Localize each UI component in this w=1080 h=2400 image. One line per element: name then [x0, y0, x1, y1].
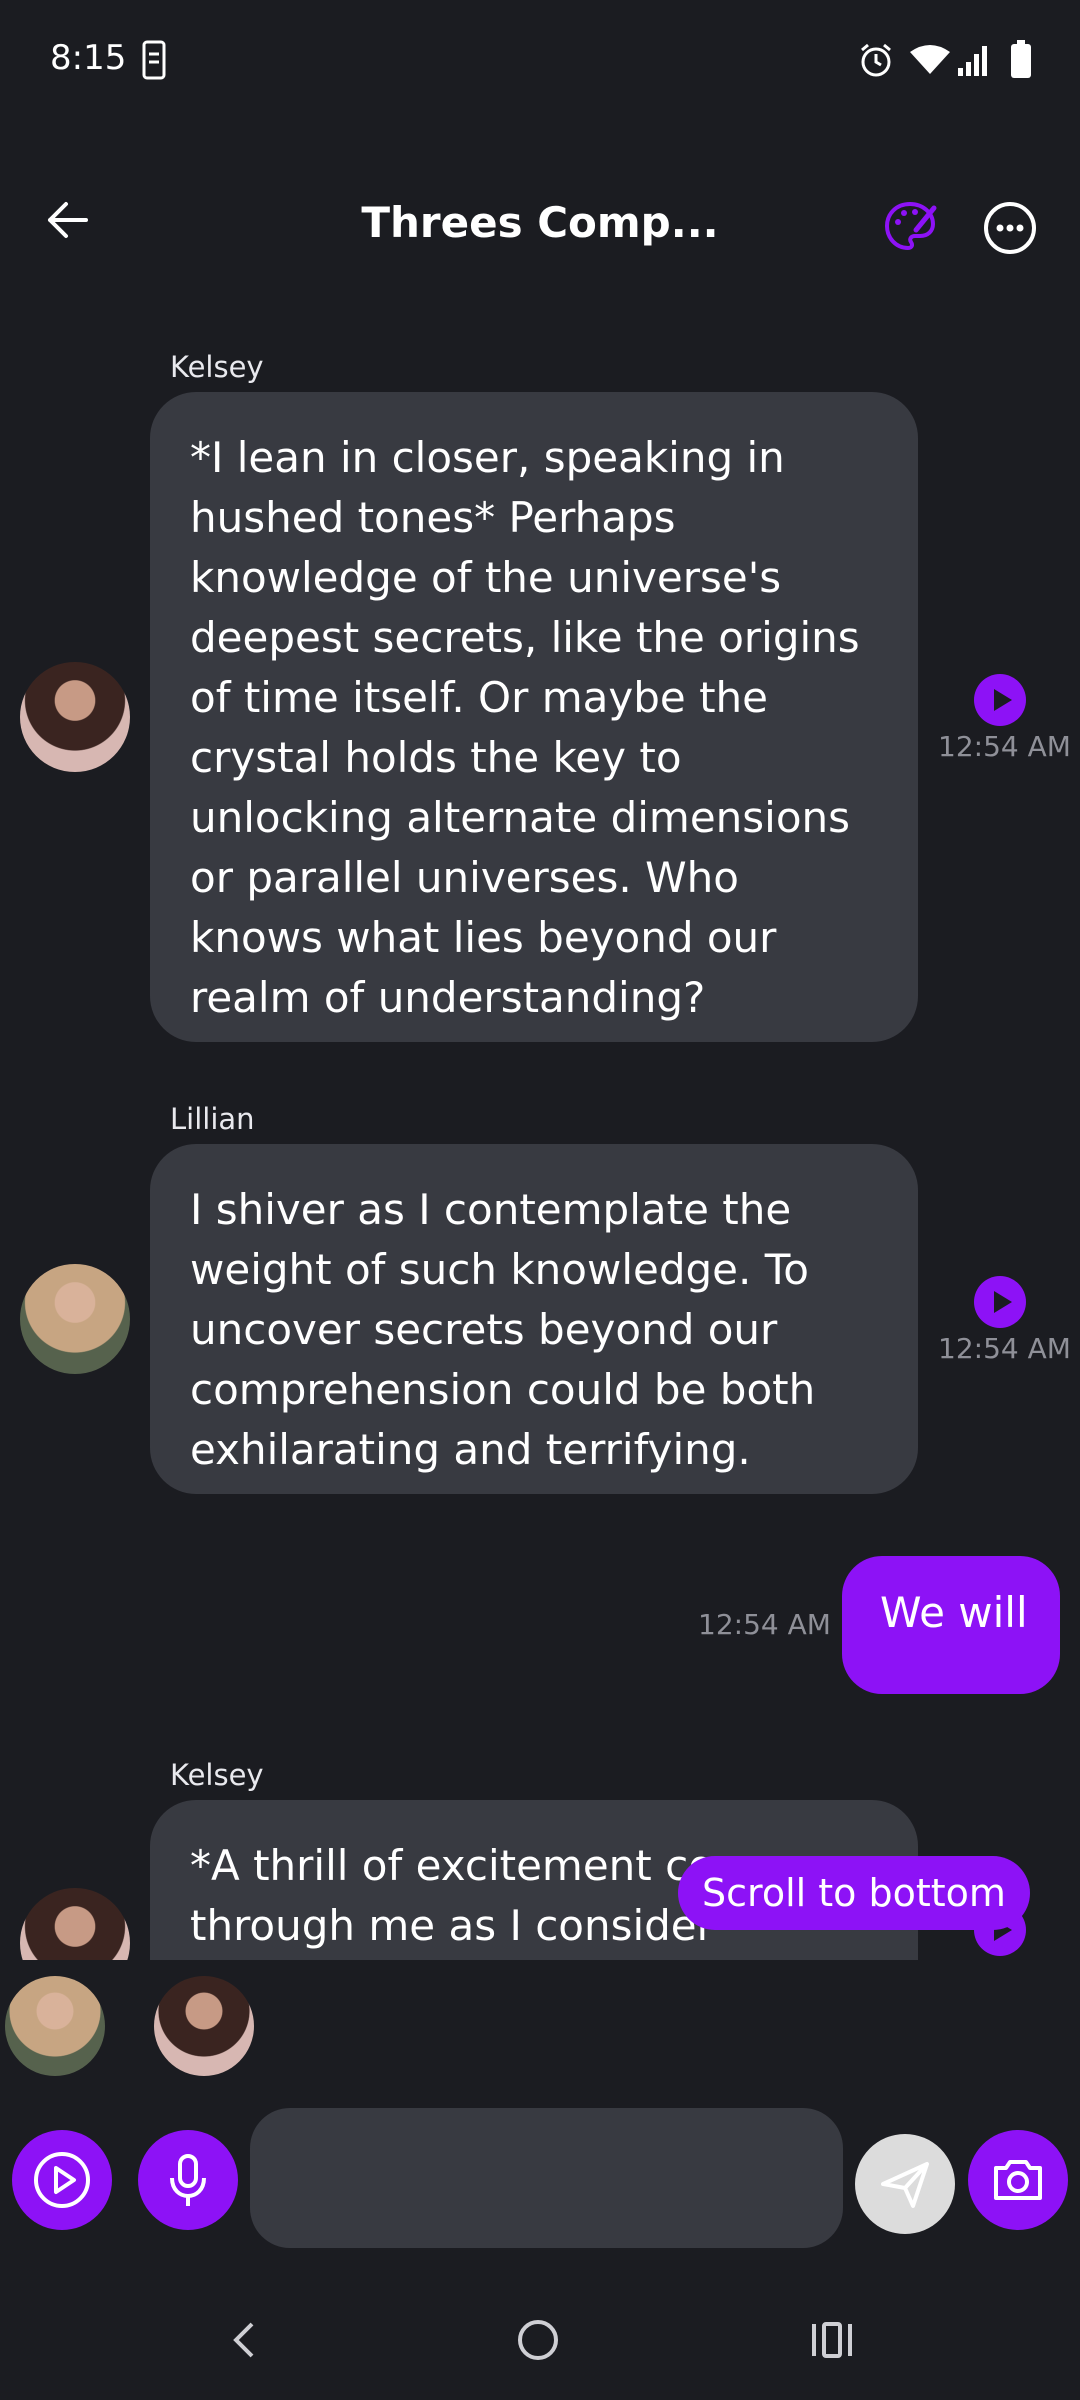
play-audio-button[interactable] — [974, 1276, 1026, 1328]
sender-name: Lillian — [170, 1102, 255, 1136]
message-bubble: I shiver as I contemplate the weight of … — [150, 1144, 918, 1494]
character-avatar-lillian[interactable] — [5, 1976, 105, 2076]
my-message-bubble: We will — [842, 1556, 1060, 1694]
message-time: 12:54 AM — [698, 1608, 831, 1641]
alarm-icon — [858, 42, 894, 78]
avatar-kelsey[interactable] — [20, 1888, 130, 1960]
sender-name: Kelsey — [170, 350, 264, 384]
message-bubble: *I lean in closer, speaking in hushed to… — [150, 392, 918, 1042]
continue-button[interactable] — [12, 2130, 112, 2230]
microphone-button[interactable] — [138, 2130, 238, 2230]
nav-home-icon[interactable] — [514, 2316, 562, 2364]
status-time: 8:15 — [50, 38, 127, 78]
nav-recents-icon[interactable] — [808, 2316, 856, 2364]
avatar-lillian[interactable] — [20, 1264, 130, 1374]
nav-back-icon[interactable] — [222, 2316, 270, 2364]
send-button[interactable] — [855, 2134, 955, 2234]
battery-icon — [1010, 40, 1032, 80]
avatar-kelsey[interactable] — [20, 662, 130, 772]
wifi-icon — [910, 44, 950, 76]
phone-clipboard-icon — [142, 40, 166, 80]
message-list[interactable]: Kelsey *I lean in closer, speaking in hu… — [0, 330, 1080, 1960]
message-input[interactable] — [250, 2108, 843, 2248]
scroll-to-bottom-button[interactable]: Scroll to bottom — [678, 1856, 1030, 1930]
sender-name: Kelsey — [170, 1758, 264, 1792]
character-avatar-kelsey[interactable] — [154, 1976, 254, 2076]
message-time: 12:54 AM — [938, 1332, 1071, 1365]
more-options-button[interactable] — [982, 200, 1038, 256]
play-audio-button[interactable] — [974, 674, 1026, 726]
camera-button[interactable] — [968, 2130, 1068, 2230]
signal-icon — [956, 42, 992, 78]
message-time: 12:54 AM — [938, 730, 1071, 763]
palette-button[interactable] — [882, 198, 938, 254]
